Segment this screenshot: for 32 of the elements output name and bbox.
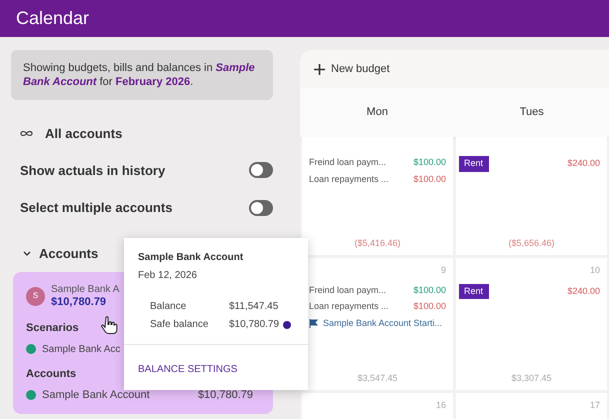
balance-value: $11,547.45	[229, 300, 278, 314]
toggle-label: Show actuals in history	[20, 162, 166, 180]
info-notice: Showing budgets, bills and balances in Sample Bank Account for February 2026.	[11, 50, 273, 100]
day-balance: $3,547.45	[357, 372, 398, 384]
account-amount: $10,780.79	[198, 388, 254, 403]
section-heading: Scenarios	[26, 321, 79, 336]
balance-value: $10,780.79	[229, 318, 280, 332]
app-title: Calendar	[16, 7, 90, 30]
day-header: Tues	[520, 105, 544, 120]
date-number: 16	[436, 399, 446, 412]
date-number: 10	[590, 264, 600, 277]
entry-amount: $100.00	[413, 156, 446, 169]
account-balance: $10,780.79	[51, 296, 106, 309]
popover-title: Sample Bank Account	[138, 251, 244, 265]
day-balance: ($5,656.46)	[508, 236, 555, 250]
account-name: Sample Bank A	[51, 283, 120, 296]
entry-amount: $100.00	[413, 284, 446, 296]
balance-label: Safe balance	[150, 318, 210, 332]
section-heading: Accounts	[26, 366, 76, 382]
popover-date: Feb 12, 2026	[138, 269, 198, 283]
entry-amount: $100.00	[413, 172, 446, 186]
balance-label: Balance	[150, 300, 188, 314]
toggle-label: Select multiple accounts	[20, 199, 172, 217]
date-number: 9	[440, 264, 446, 277]
entry-amount: $240.00	[567, 157, 600, 170]
account-avatar: S	[26, 286, 45, 306]
entry-amount: $240.00	[567, 284, 600, 298]
day-balance: $3,307.45	[511, 372, 552, 384]
date-number: 17	[590, 399, 600, 412]
day-header: Mon	[366, 105, 388, 120]
entry-amount: $100.00	[413, 300, 446, 313]
day-balance: ($5,416.46)	[354, 236, 401, 250]
